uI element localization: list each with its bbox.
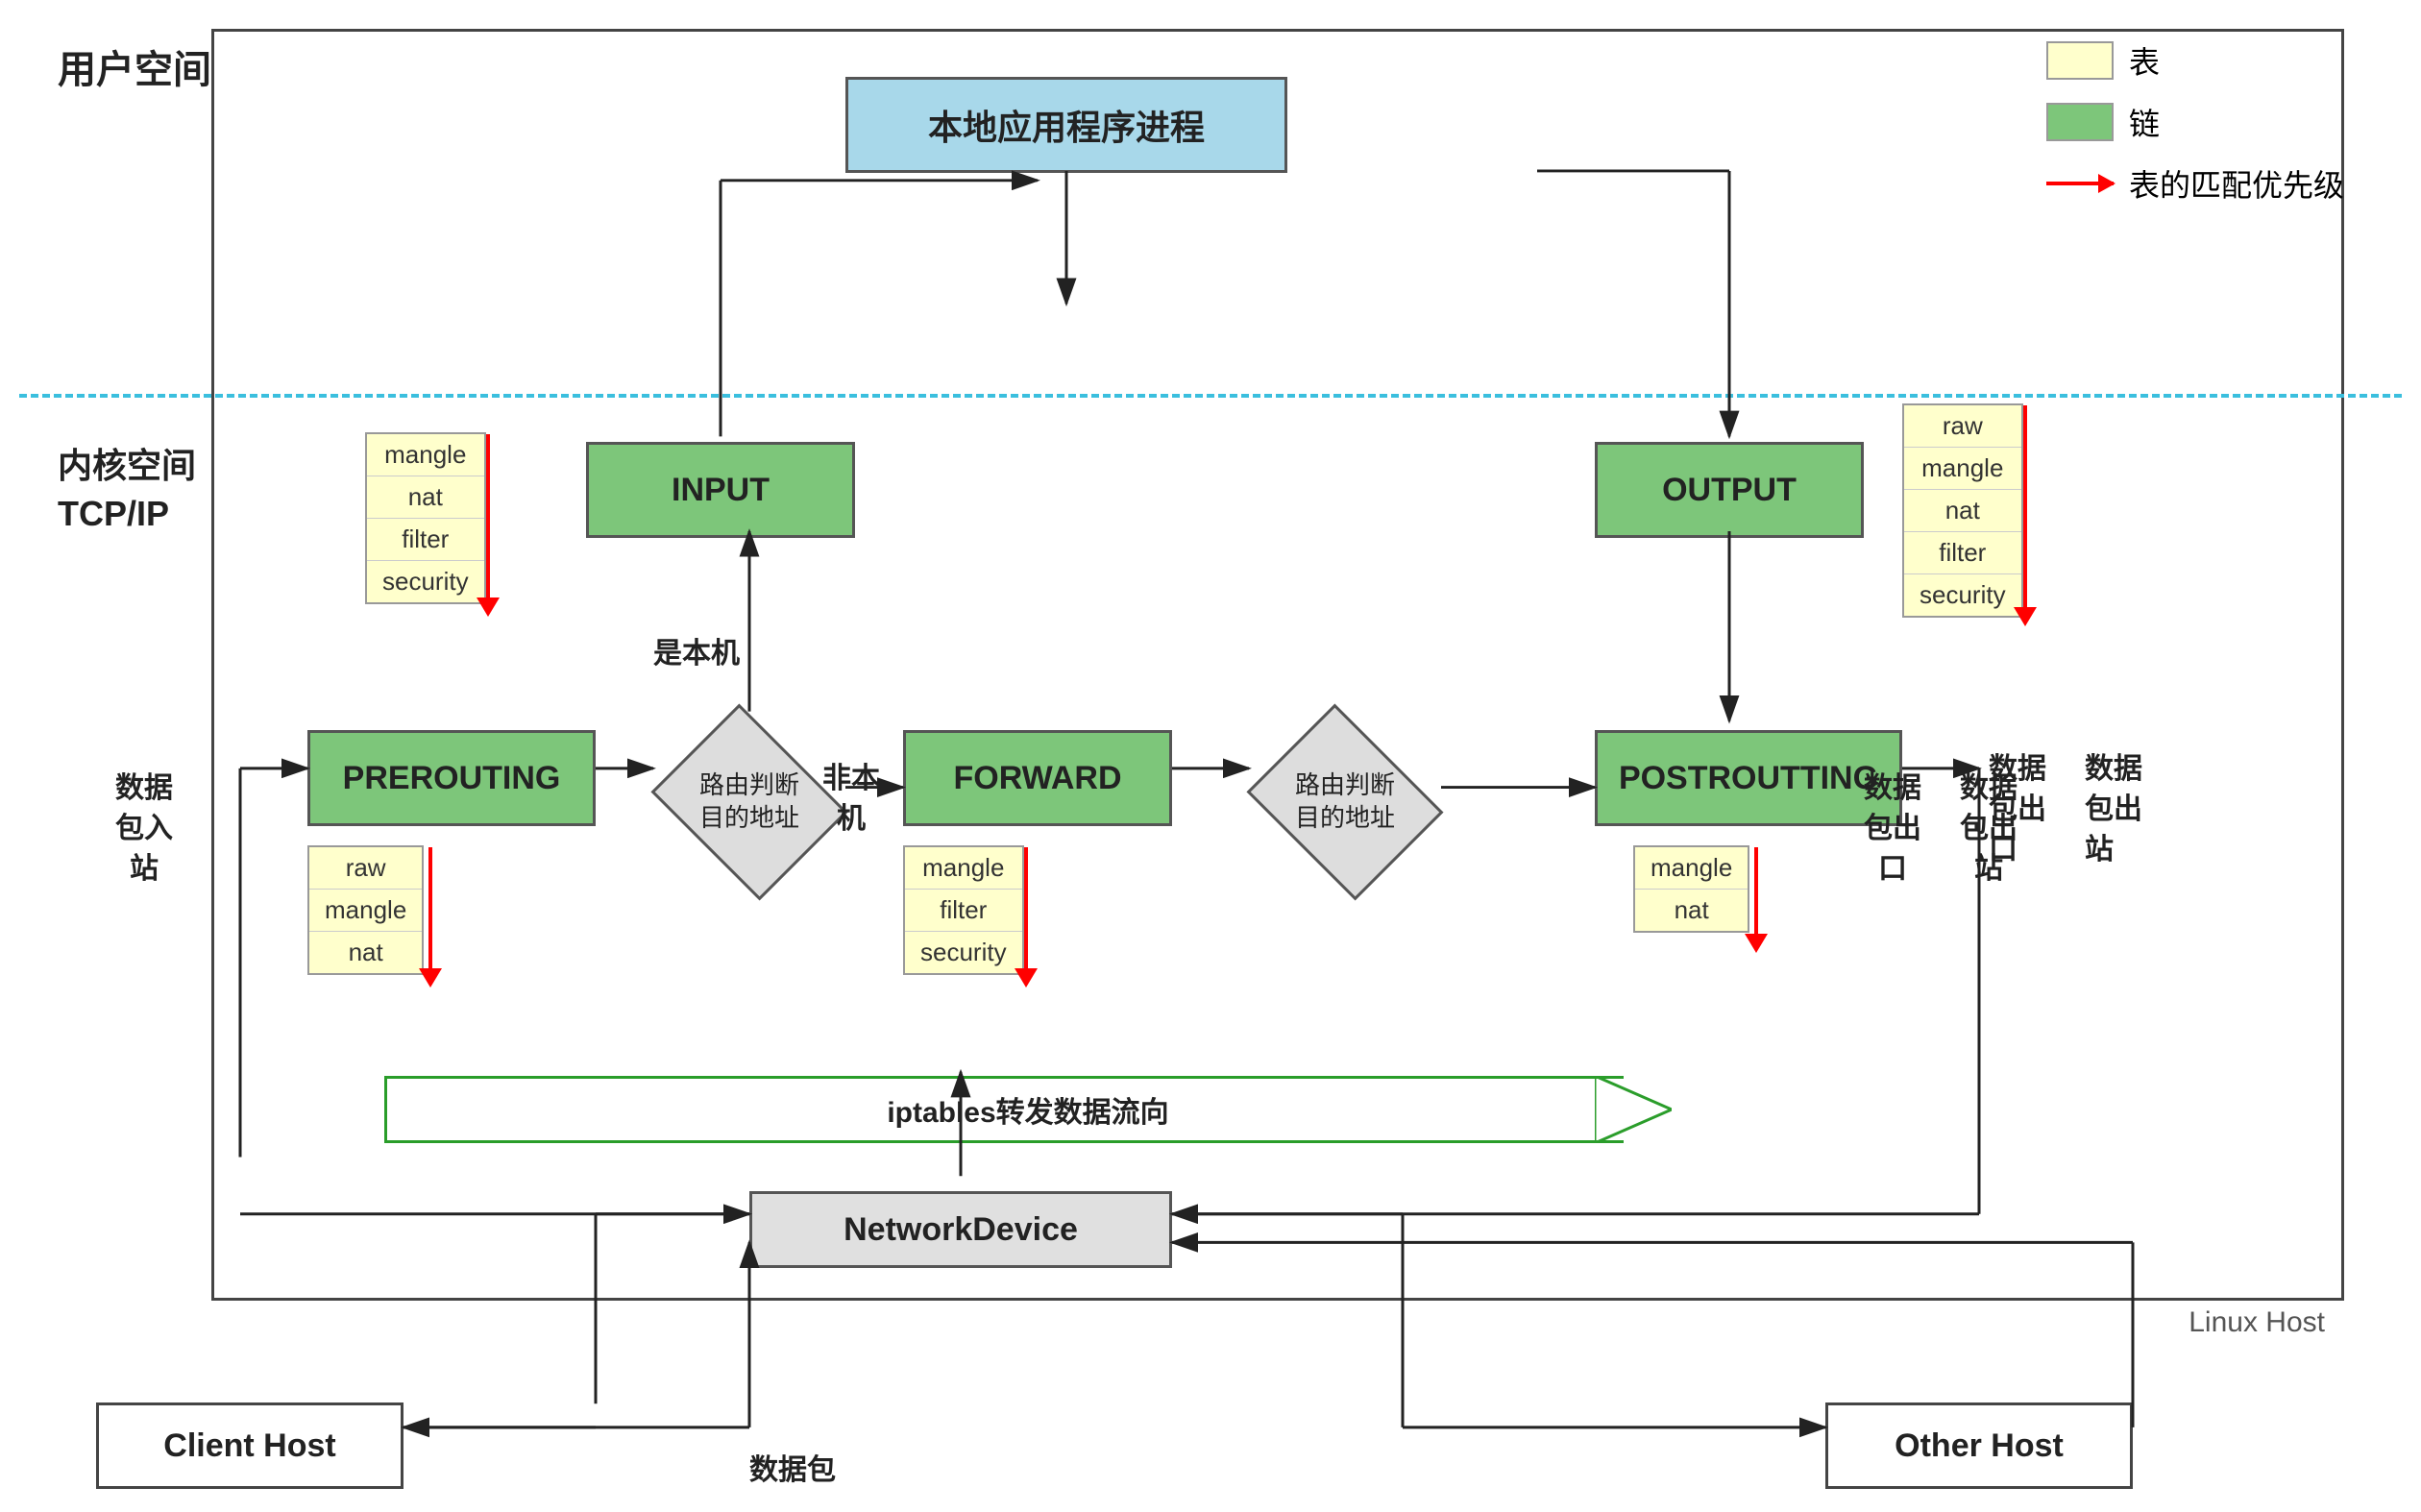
input-chain: INPUT	[586, 442, 855, 538]
routing-diamond-1-container: 路由判断 目的地址	[653, 720, 845, 884]
output-priority-arrow	[2014, 405, 2037, 626]
other-host-box: Other Host	[1825, 1402, 2133, 1489]
forward-table-filter: filter	[905, 890, 1022, 932]
client-host-box: Client Host	[96, 1402, 404, 1489]
postrouting-priority-line	[1754, 847, 1758, 934]
input-priority-arrow	[477, 434, 500, 617]
data-out-label: 数据 包出 口	[1864, 768, 1921, 890]
legend-table-box	[2046, 41, 2114, 80]
postrouting-table-nat: nat	[1635, 890, 1748, 931]
data-out-side-label: 数据 包出 口	[1989, 749, 2046, 870]
input-priority-head	[477, 597, 500, 617]
forward-table-mangle: mangle	[905, 847, 1022, 890]
output-table-nat: nat	[1904, 490, 2021, 532]
network-device-box: NetworkDevice	[749, 1191, 1172, 1268]
is-local-label: 是本机	[653, 634, 740, 674]
output-table-stack: raw mangle nat filter security	[1902, 403, 2023, 618]
output-priority-line	[2023, 405, 2027, 607]
input-table-nat: nat	[367, 476, 484, 519]
local-process-box: 本地应用程序进程	[845, 77, 1287, 173]
input-table-mangle: mangle	[367, 434, 484, 476]
forward-priority-arrow	[1015, 847, 1038, 988]
prerouting-table-raw: raw	[309, 847, 422, 890]
forward-chain: FORWARD	[903, 730, 1172, 826]
legend-chain-label: 链	[2129, 100, 2160, 144]
input-table-stack: mangle nat filter security	[365, 432, 486, 604]
prerouting-priority-arrow	[419, 847, 442, 988]
routing-label-2: 路由判断 目的地址	[1295, 769, 1395, 835]
postrouting-priority-arrow	[1745, 847, 1768, 953]
routing-diamond-2-container: 路由判断 目的地址	[1249, 720, 1441, 884]
legend-table: 表	[2046, 38, 2344, 83]
output-chain: OUTPUT	[1595, 442, 1864, 538]
postrouting-priority-head	[1745, 934, 1768, 953]
output-table-mangle: mangle	[1904, 448, 2021, 490]
legend-priority-arrow	[2046, 182, 2114, 185]
legend-priority-label: 表的匹配优先级	[2129, 161, 2344, 206]
postrouting-table-mangle: mangle	[1635, 847, 1748, 890]
legend-table-label: 表	[2129, 38, 2160, 83]
legend: 表 链 表的匹配优先级	[2046, 38, 2344, 206]
forward-table-security: security	[905, 932, 1022, 973]
routing-label-1: 路由判断 目的地址	[699, 769, 799, 835]
prerouting-priority-head	[419, 968, 442, 988]
not-local-label: 非本 机	[822, 759, 880, 840]
dashed-divider	[19, 394, 2402, 398]
output-priority-head	[2014, 607, 2037, 626]
forward-priority-line	[1024, 847, 1028, 968]
postrouting-chain: POSTROUTTING	[1595, 730, 1902, 826]
prerouting-table-mangle: mangle	[309, 890, 422, 932]
iptables-forward-container: iptables转发数据流向	[384, 1076, 1672, 1143]
forward-table-stack: mangle filter security	[903, 845, 1024, 975]
linux-host-label: Linux Host	[2189, 1306, 2325, 1339]
output-table-security: security	[1904, 574, 2021, 616]
prerouting-priority-line	[428, 847, 432, 968]
legend-chain-box	[2046, 103, 2114, 141]
data-out-station-label: 数据 包出 站	[2085, 749, 2142, 870]
main-container: 用户空间 表 链 表的匹配优先级 内核空间 TCP/IP 本地应用程序进程 IN…	[19, 19, 2402, 1493]
input-priority-line	[486, 434, 490, 597]
prerouting-chain: PREROUTING	[307, 730, 596, 826]
data-in-label: 数据 包入 站	[115, 768, 173, 890]
legend-chain: 链	[2046, 100, 2344, 144]
prerouting-table-stack: raw mangle nat	[307, 845, 424, 975]
kernelspace-label: 内核空间 TCP/IP	[58, 442, 196, 539]
forward-priority-head	[1015, 968, 1038, 988]
iptables-forward-label: iptables转发数据流向	[887, 1088, 1168, 1131]
postrouting-table-stack: mangle nat	[1633, 845, 1749, 933]
input-table-filter: filter	[367, 519, 484, 561]
userspace-label: 用户空间	[58, 38, 211, 94]
legend-priority: 表的匹配优先级	[2046, 161, 2344, 206]
packet-label: 数据包	[749, 1451, 836, 1491]
output-table-filter: filter	[1904, 532, 2021, 574]
prerouting-table-nat: nat	[309, 932, 422, 973]
output-table-raw: raw	[1904, 405, 2021, 448]
input-table-security: security	[367, 561, 484, 602]
